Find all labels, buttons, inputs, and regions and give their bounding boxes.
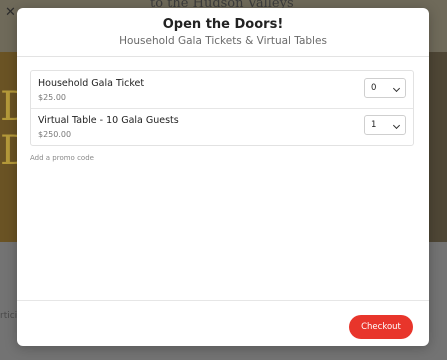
footer-divider	[17, 300, 429, 301]
modal-subtitle: Household Gala Tickets & Virtual Tables	[119, 35, 327, 47]
close-icon[interactable]: ✕	[5, 5, 16, 20]
quantity-value: 0	[371, 83, 377, 93]
modal-header: Open the Doors! Household Gala Tickets &…	[17, 8, 429, 57]
quantity-value: 1	[371, 120, 377, 130]
ticket-row: Virtual Table - 10 Gala Guests $250.00 1	[31, 108, 413, 145]
chevron-down-icon	[392, 84, 401, 93]
ticket-name: Household Gala Ticket	[38, 78, 145, 89]
ticket-price: $250.00	[38, 130, 72, 139]
ticket-list: Household Gala Ticket $25.00 0 Virtual T…	[30, 70, 414, 146]
promo-code-link[interactable]: Add a promo code	[30, 154, 94, 162]
modal-title: Open the Doors!	[162, 17, 284, 32]
checkout-button[interactable]: Checkout	[349, 315, 413, 339]
ticket-modal: Open the Doors! Household Gala Tickets &…	[17, 8, 429, 346]
quantity-select[interactable]: 0	[364, 78, 406, 98]
quantity-select[interactable]: 1	[364, 115, 406, 135]
ticket-price: $25.00	[38, 93, 66, 102]
chevron-down-icon	[392, 121, 401, 130]
ticket-name: Virtual Table - 10 Gala Guests	[38, 115, 179, 126]
ticket-row: Household Gala Ticket $25.00 0	[31, 71, 413, 109]
